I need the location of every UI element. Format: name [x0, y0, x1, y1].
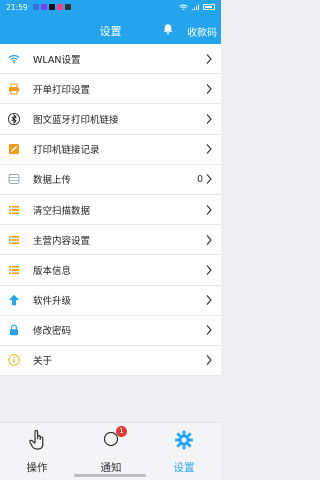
menu-item-label: 数据上传 — [33, 175, 72, 187]
status-left: 21:59 — [6, 3, 71, 12]
gear-icon — [175, 430, 193, 450]
menu-item-label: 开单打印设置 — [33, 84, 91, 96]
menu-item-label: 软件升级 — [33, 296, 72, 308]
chevron-right-icon — [206, 265, 212, 275]
menu-item-printer-history[interactable]: 打印机链接记录 — [0, 135, 221, 165]
notification-app-icon — [32, 4, 39, 10]
menu-item-label: 关于 — [33, 356, 53, 368]
notification-app-icon — [48, 4, 55, 10]
bluetooth-icon — [8, 112, 20, 125]
upload-icon — [8, 173, 20, 185]
chevron-right-icon — [206, 53, 212, 64]
menu-item-label: WLAN设置 — [33, 54, 81, 66]
tab-settings[interactable]: 设置 — [147, 423, 221, 480]
wifi-status-icon — [179, 4, 188, 10]
menu-item-data-upload[interactable]: 数据上传 0 — [0, 165, 221, 195]
menu-item-label: 清空扫描数据 — [33, 205, 91, 217]
battery-icon — [203, 4, 215, 10]
menu-item-bluetooth-printer[interactable]: 图文蓝牙打印机链接 — [0, 104, 221, 135]
notification-app-icon — [40, 4, 47, 10]
tab-label: 操作 — [26, 462, 48, 474]
settings-list: WLAN设置 开单打印设置 图文蓝牙打印机链接 打印机链接记录 数据上传 0 清… — [0, 44, 221, 377]
chevron-right-icon — [206, 234, 212, 245]
tab-label: 设置 — [173, 462, 195, 474]
chevron-right-icon — [206, 144, 212, 155]
chevron-right-icon — [206, 174, 212, 185]
list-icon — [8, 264, 20, 276]
chevron-right-icon — [206, 114, 212, 124]
menu-item-label: 主营内容设置 — [33, 235, 91, 247]
menu-item-business-settings[interactable]: 主营内容设置 — [0, 225, 221, 256]
upload-count: 0 — [196, 173, 203, 185]
chevron-right-icon — [206, 325, 212, 336]
menu-item-version-info[interactable]: 版本信息 — [0, 255, 221, 286]
signal-icon — [192, 4, 199, 10]
menu-item-print-settings[interactable]: 开单打印设置 — [0, 74, 221, 105]
list-icon — [8, 204, 20, 216]
bell-icon[interactable] — [162, 23, 174, 35]
notification-badge: 1 — [116, 426, 127, 437]
menu-item-label: 打印机链接记录 — [33, 145, 100, 157]
menu-item-clear-scan-data[interactable]: 清空扫描数据 — [0, 195, 221, 226]
menu-item-change-password[interactable]: 修改密码 — [0, 316, 221, 346]
menu-item-software-upgrade[interactable]: 软件升级 — [0, 286, 221, 316]
tab-label: 通知 — [100, 462, 122, 474]
hand-icon — [29, 429, 44, 450]
bottom-tab-bar: 操作 1 通知 设置 — [0, 422, 221, 480]
info-icon — [8, 354, 20, 367]
record-icon — [8, 143, 20, 155]
status-bar: 21:59 — [0, 0, 221, 14]
app-header: 设置 收款码 — [0, 14, 221, 44]
menu-item-wlan[interactable]: WLAN设置 — [0, 44, 221, 75]
notification-app-icon — [64, 4, 71, 10]
wifi-icon — [8, 53, 20, 65]
chevron-right-icon — [206, 204, 212, 215]
list-icon — [8, 234, 20, 246]
status-right — [179, 4, 215, 11]
tab-notifications[interactable]: 1 通知 — [74, 423, 148, 480]
chevron-right-icon — [206, 355, 212, 366]
chevron-right-icon — [206, 83, 212, 94]
menu-item-about[interactable]: 关于 — [0, 346, 221, 377]
menu-item-label: 版本信息 — [33, 265, 72, 277]
status-time: 21:59 — [6, 2, 28, 12]
menu-item-label: 图文蓝牙打印机链接 — [33, 114, 119, 126]
tab-operation[interactable]: 操作 — [0, 423, 74, 480]
menu-item-label: 修改密码 — [33, 326, 72, 338]
payment-code-button[interactable]: 收款码 — [187, 24, 217, 39]
arrow-up-icon — [8, 294, 20, 306]
printer-icon — [8, 83, 20, 95]
chevron-right-icon — [206, 295, 212, 305]
gesture-bar — [74, 474, 146, 477]
lock-icon — [8, 324, 20, 336]
notification-app-icon — [56, 4, 63, 10]
